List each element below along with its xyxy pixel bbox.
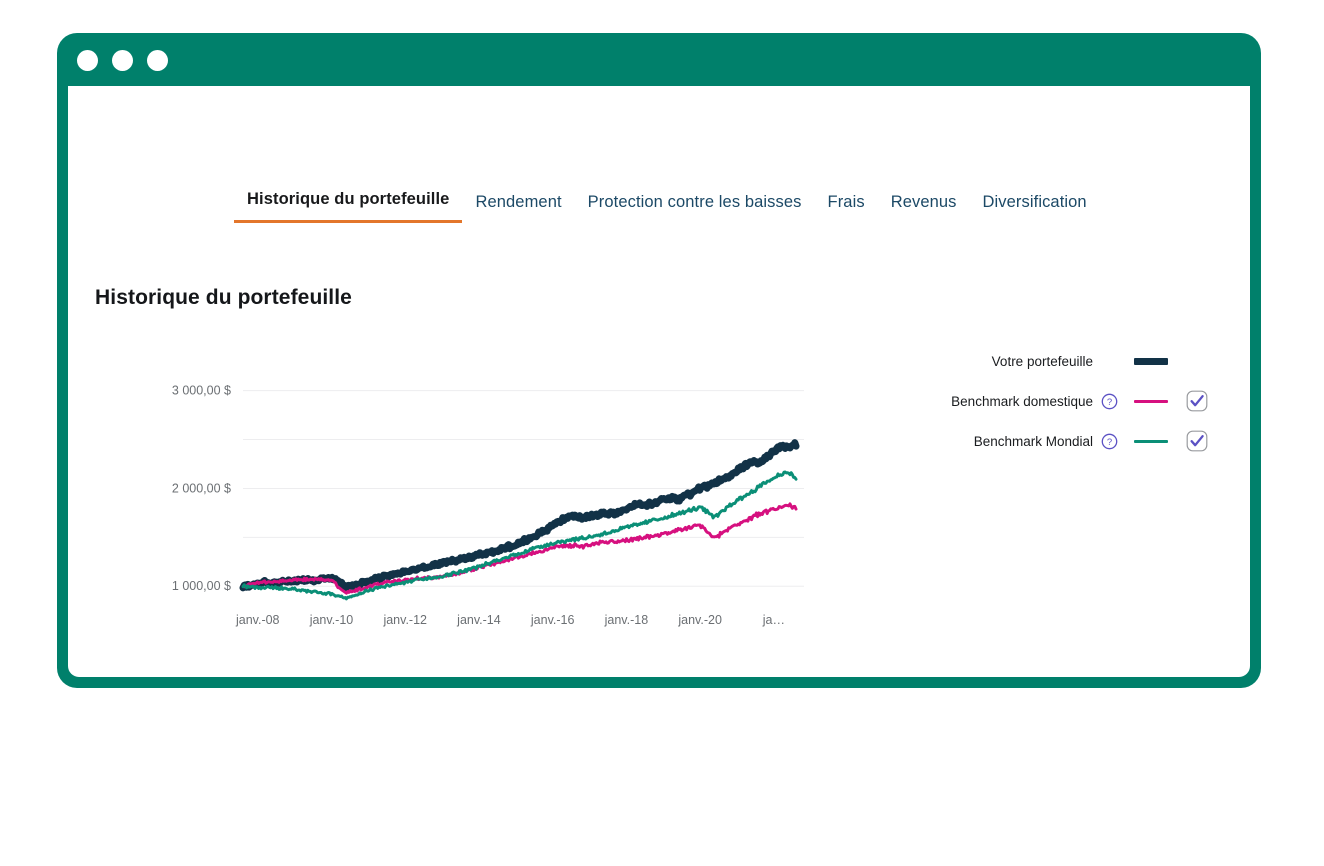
tab-protection-contre-les-baisses[interactable]: Protection contre les baisses	[575, 192, 815, 223]
legend-color-swatch	[1134, 358, 1168, 365]
x-axis-tick-label: ja…	[762, 613, 785, 627]
legend-color-swatch	[1134, 440, 1168, 443]
x-axis-tick-label: janv.-18	[604, 613, 649, 627]
browser-window: Historique du portefeuille Rendement Pro…	[57, 33, 1261, 688]
legend-series-checkbox[interactable]	[1186, 430, 1208, 452]
chart-title: Historique du portefeuille	[95, 286, 352, 310]
legend-series-checkbox[interactable]	[1186, 390, 1208, 412]
tab-revenus[interactable]: Revenus	[878, 192, 970, 223]
x-axis-tick-label: janv.-20	[677, 613, 722, 627]
legend-swatch-bar	[1134, 400, 1168, 403]
tab-historique-du-portefeuille[interactable]: Historique du portefeuille	[234, 189, 462, 223]
tab-rendement[interactable]: Rendement	[462, 192, 574, 223]
chart-svg: 1 000,00 $ 2 000,00 $ 3 000,00 $ janv.-08 ja…	[68, 341, 828, 641]
maximize-window-button[interactable]	[147, 50, 168, 71]
portfolio-history-chart: 1 000,00 $ 2 000,00 $ 3 000,00 $ janv.-08 ja…	[68, 341, 828, 641]
x-axis-tick-label: janv.-10	[309, 613, 354, 627]
help-icon[interactable]: ?	[1101, 393, 1118, 410]
legend-item-label: Votre portefeuille	[992, 354, 1093, 369]
window-content: Historique du portefeuille Rendement Pro…	[68, 86, 1250, 677]
legend-item: Benchmark Mondial?	[888, 421, 1208, 461]
window-titlebar	[57, 33, 1261, 86]
legend-item: Benchmark domestique?	[888, 381, 1208, 421]
x-axis-tick-label: janv.-08	[235, 613, 280, 627]
y-axis-tick-label: 3 000,00 $	[172, 384, 231, 398]
tab-diversification[interactable]: Diversification	[970, 192, 1100, 223]
legend-color-swatch	[1134, 400, 1168, 403]
legend-swatch-bar	[1134, 358, 1168, 365]
close-window-button[interactable]	[77, 50, 98, 71]
tab-frais[interactable]: Frais	[815, 192, 878, 223]
legend-item: Votre portefeuille	[888, 341, 1208, 381]
x-axis-tick-label: janv.-12	[382, 613, 427, 627]
y-axis-tick-label: 2 000,00 $	[172, 481, 231, 495]
y-axis-tick-label: 1 000,00 $	[172, 579, 231, 593]
svg-text:?: ?	[1107, 437, 1112, 448]
x-axis-tick-label: janv.-14	[456, 613, 501, 627]
svg-text:?: ?	[1107, 397, 1112, 408]
legend-item-label: Benchmark Mondial	[974, 434, 1093, 449]
minimize-window-button[interactable]	[112, 50, 133, 71]
traffic-light-controls	[77, 50, 168, 71]
legend-swatch-bar	[1134, 440, 1168, 443]
tab-bar: Historique du portefeuille Rendement Pro…	[234, 189, 1100, 223]
chart-legend: Votre portefeuilleBenchmark domestique?B…	[888, 341, 1208, 461]
help-icon[interactable]: ?	[1101, 433, 1118, 450]
x-axis-tick-label: janv.-16	[530, 613, 575, 627]
legend-item-label: Benchmark domestique	[951, 394, 1093, 409]
